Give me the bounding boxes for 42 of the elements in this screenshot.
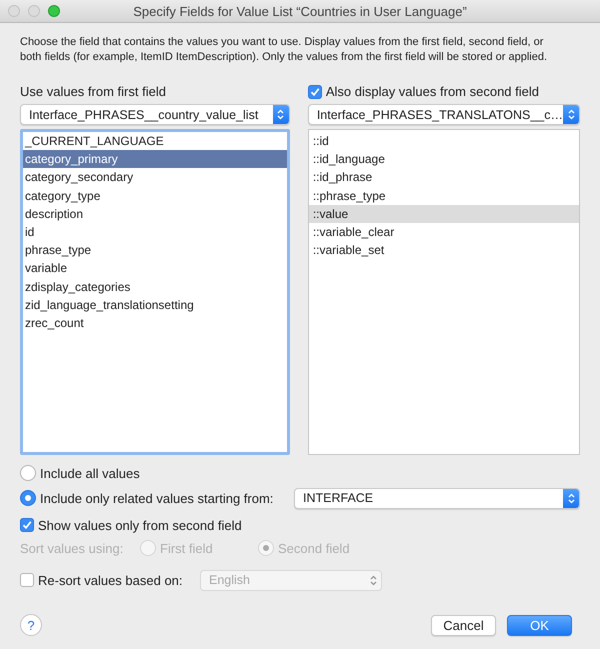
list-item[interactable]: ::value (308, 204, 579, 223)
field-label: Use values from first field (20, 83, 167, 100)
list-item[interactable]: ::variable_clear (308, 222, 579, 242)
checkbox[interactable] (308, 84, 322, 98)
checkbox[interactable] (20, 518, 34, 532)
list-item[interactable]: ::id (308, 132, 579, 150)
checkbox[interactable] (20, 573, 34, 587)
checkbox-label[interactable]: Also display values from second field (326, 84, 539, 99)
radio-button[interactable] (20, 490, 36, 506)
stepper-arrows-icon (568, 492, 574, 504)
list-item[interactable]: ::id_phrase (308, 168, 579, 187)
list-item[interactable]: category_primary (23, 150, 287, 168)
list-item[interactable]: ::id_language (308, 150, 579, 168)
list-item[interactable]: id (23, 222, 287, 242)
popup-button[interactable]: Interface_PHRASES__country_value_list (20, 104, 290, 125)
popup-button[interactable]: Interface_PHRASES_TRANSLATONS__c… (308, 104, 580, 125)
zoom-window-icon[interactable] (48, 5, 60, 17)
radio-button[interactable] (20, 465, 36, 481)
list-item[interactable]: category_secondary (23, 168, 287, 187)
list-item[interactable]: zid_language_translationsetting (23, 296, 287, 314)
window-title: Specify Fields for Value List “Countries in User Language” (133, 4, 467, 18)
list-item[interactable]: _CURRENT_LANGUAGE (23, 132, 287, 150)
list-item[interactable]: zrec_count (23, 314, 287, 332)
popup-button[interactable]: INTERFACE (294, 488, 580, 508)
description-text: Choose the field that contains the values you want to use. Display values from the first field, second field, or both fields (for example, ItemID ItemDescription). Only the values from the first field will be stored or applied. (20, 35, 548, 65)
list-item[interactable]: ::variable_set (308, 241, 579, 260)
checkbox-label[interactable]: Show values only from second field (38, 518, 242, 532)
stepper-arrows-icon (277, 109, 284, 120)
cancel-button[interactable]: Cancel (431, 614, 496, 636)
list-item[interactable]: description (23, 204, 287, 223)
radio-label[interactable]: Include only related values starting from: (40, 490, 274, 506)
checkbox-label[interactable]: Re-sort values based on: (38, 572, 183, 588)
stepper-arrows-icon (370, 574, 376, 586)
stepper-arrows-icon (568, 109, 574, 120)
help-button[interactable]: ? (20, 614, 42, 636)
radio-label[interactable]: Include all values (40, 466, 140, 480)
list-item[interactable]: variable (23, 259, 287, 278)
list-item[interactable]: phrase_type (23, 241, 287, 260)
list-item[interactable]: category_type (23, 186, 287, 205)
list-item[interactable]: ::phrase_type (308, 186, 579, 205)
sort-label: Sort values using: (20, 540, 124, 556)
list-item[interactable]: zdisplay_categories (23, 278, 287, 296)
